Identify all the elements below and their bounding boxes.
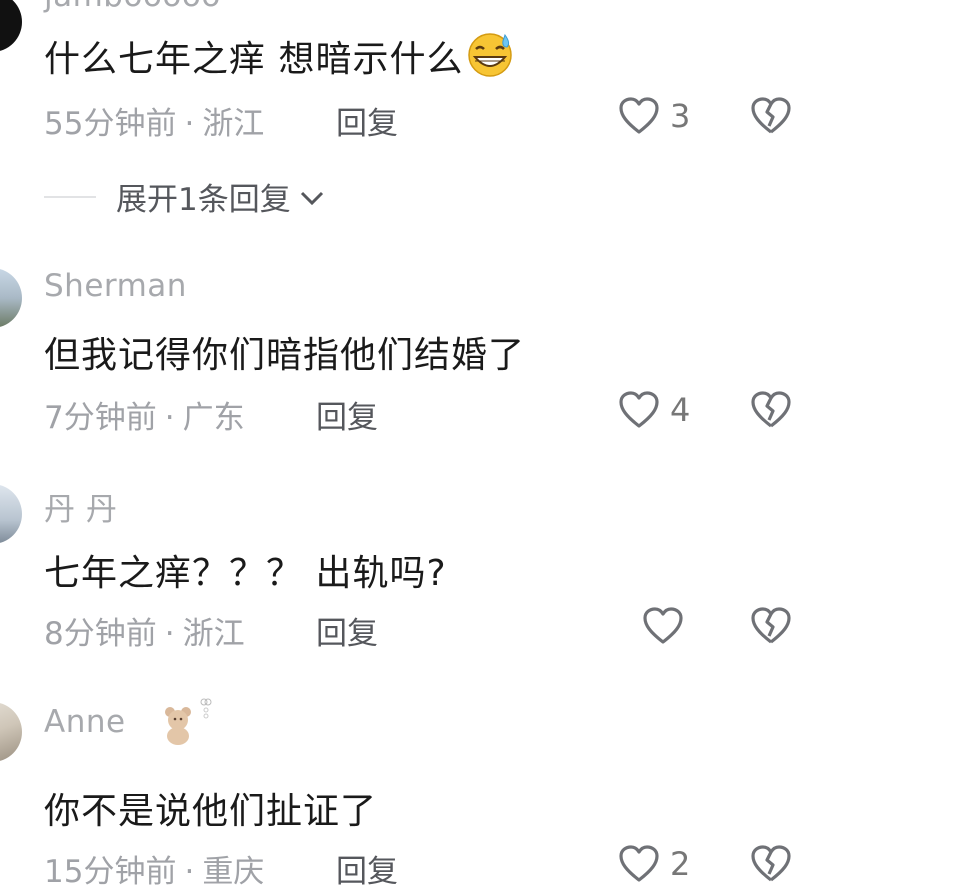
broken-heart-icon [750, 390, 792, 430]
comment-location: 浙江 [202, 106, 265, 142]
broken-heart-icon [750, 606, 792, 646]
like-button[interactable]: 3 [618, 96, 690, 136]
comment-meta: 8分钟前 · 浙江 [44, 608, 245, 653]
teddy-bear-badge-icon [160, 698, 220, 750]
dislike-button[interactable] [750, 96, 792, 136]
comment-username[interactable]: jambooooo [44, 0, 221, 14]
like-count: 2 [670, 845, 691, 883]
reply-button[interactable]: 回复 [336, 846, 398, 891]
heart-icon [642, 606, 684, 646]
comment-meta: 7分钟前 · 广东 [44, 392, 245, 437]
grinning-sweat-emoji-icon [465, 31, 515, 86]
comment-time: 15分钟前 [44, 854, 177, 890]
comment-time: 55分钟前 [44, 106, 177, 142]
meta-separator: · [184, 106, 195, 142]
reply-button[interactable]: 回复 [336, 98, 398, 143]
heart-icon [618, 96, 660, 136]
comment-time: 7分钟前 [44, 400, 157, 436]
dislike-button[interactable] [750, 390, 792, 430]
divider-line [44, 195, 96, 198]
avatar[interactable] [0, 268, 22, 328]
comment-location: 浙江 [182, 616, 245, 652]
expand-replies-label: 展开1条回复 [116, 182, 291, 218]
like-button[interactable] [642, 606, 694, 646]
comment-username[interactable]: Sherman [44, 268, 187, 304]
broken-heart-icon [750, 96, 792, 136]
like-button[interactable]: 2 [618, 844, 690, 884]
dislike-button[interactable] [750, 606, 792, 646]
comment-text: 你不是说他们扯证了 [44, 791, 378, 832]
chevron-down-icon [299, 179, 325, 215]
meta-separator: · [164, 616, 175, 652]
comment-location: 广东 [182, 400, 245, 436]
comment-text: 什么七年之痒 想暗示什么 [44, 30, 515, 86]
reply-button[interactable]: 回复 [316, 392, 378, 437]
avatar[interactable] [0, 484, 22, 544]
heart-icon [618, 844, 660, 884]
like-button[interactable]: 4 [618, 390, 690, 430]
comment-text: 但我记得你们暗指他们结婚了 [44, 335, 526, 376]
comment-location: 重庆 [202, 854, 265, 890]
meta-separator: · [164, 400, 175, 436]
comment-username[interactable]: Anne [44, 704, 126, 740]
avatar[interactable] [0, 702, 22, 762]
heart-icon [618, 390, 660, 430]
dislike-button[interactable] [750, 844, 792, 884]
comment-meta: 15分钟前 · 重庆 [44, 846, 264, 891]
comment-time: 8分钟前 [44, 616, 157, 652]
like-count: 3 [670, 97, 691, 135]
avatar[interactable] [0, 0, 22, 52]
comment-text-body: 什么七年之痒 想暗示什么 [44, 39, 464, 80]
expand-replies-button[interactable]: 展开1条回复 [44, 174, 325, 219]
broken-heart-icon [750, 844, 792, 884]
comment-username[interactable]: 丹 丹 [44, 484, 117, 529]
like-count: 4 [670, 391, 691, 429]
meta-separator: · [184, 854, 195, 890]
reply-button[interactable]: 回复 [316, 608, 378, 653]
comment-text: 七年之痒？？？ 出轨吗? [44, 553, 447, 594]
comment-meta: 55分钟前 · 浙江 [44, 98, 264, 143]
